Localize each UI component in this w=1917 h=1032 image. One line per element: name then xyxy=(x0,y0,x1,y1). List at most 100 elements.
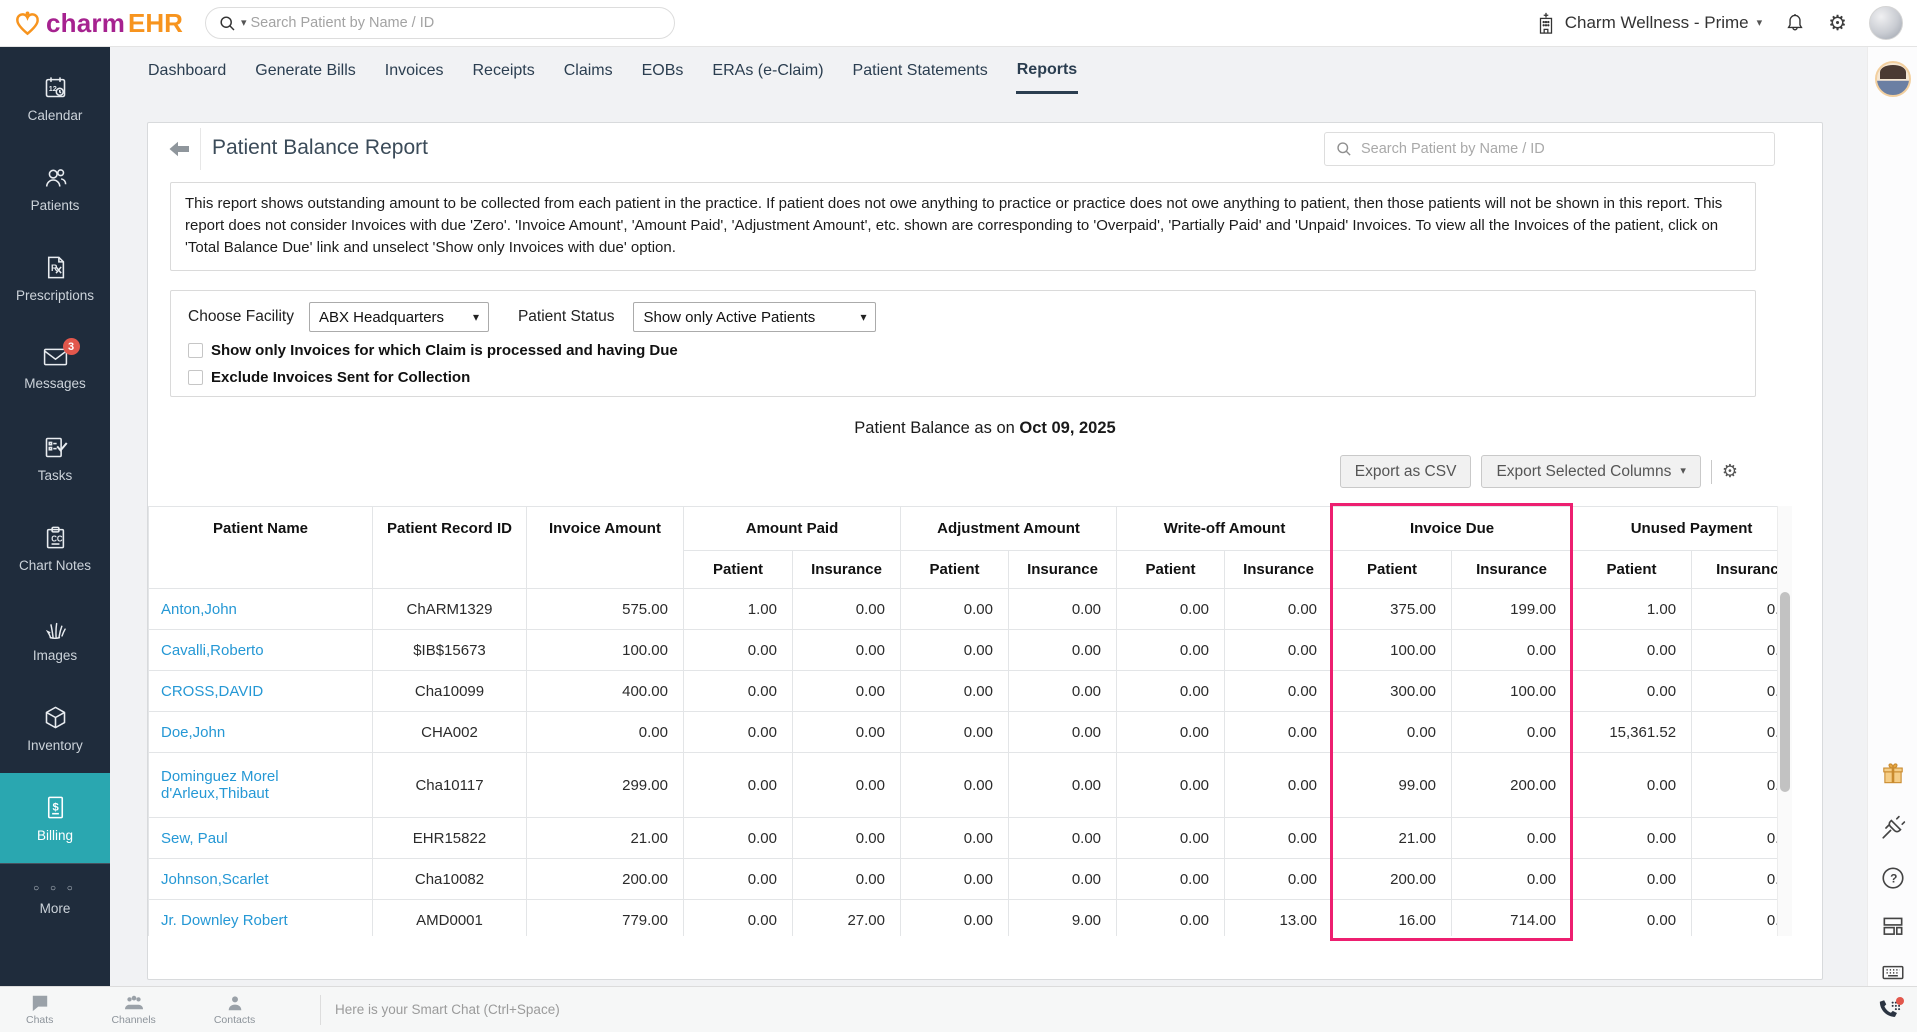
patient-status-label: Patient Status xyxy=(518,308,615,326)
tab-patient-statements[interactable]: Patient Statements xyxy=(852,50,989,92)
dock-contacts[interactable]: Contacts xyxy=(214,994,255,1026)
subcol-due-patient: Patient xyxy=(1333,551,1452,589)
col-patient-name: Patient Name xyxy=(149,507,373,589)
sidebar-item-more[interactable]: ○ ○ ○ More xyxy=(0,863,110,935)
export-csv-button[interactable]: Export as CSV xyxy=(1340,455,1472,488)
patient-link[interactable]: Anton,John xyxy=(161,601,237,618)
search-icon xyxy=(1335,140,1353,158)
search-type-caret-icon[interactable]: ▾ xyxy=(241,18,247,29)
calendar-icon: 12 xyxy=(42,74,69,101)
tab-eras[interactable]: ERAs (e-Claim) xyxy=(711,50,824,92)
patient-link[interactable]: Doe,John xyxy=(161,724,225,741)
main-content: Dashboard Generate Bills Invoices Receip… xyxy=(110,47,1867,986)
tab-invoices[interactable]: Invoices xyxy=(384,50,445,92)
export-controls: Export as CSV Export Selected Columns ▾ … xyxy=(1340,455,1738,488)
table-row: Sew, Paul EHR15822 21.00 0.00 0.00 0.00 … xyxy=(149,818,1778,859)
exclude-collection-checkbox[interactable] xyxy=(188,370,203,385)
subcol-unused-insurance: Insurance xyxy=(1692,551,1777,589)
column-settings-gear-icon[interactable]: ⚙ xyxy=(1722,463,1738,481)
sidebar-item-inventory[interactable]: Inventory xyxy=(0,683,110,773)
tab-eobs[interactable]: EOBs xyxy=(641,50,685,92)
subcol-paid-insurance: Insurance xyxy=(793,551,901,589)
people-group-icon xyxy=(123,994,145,1012)
report-search-input[interactable] xyxy=(1361,141,1764,157)
patient-link[interactable]: Dominguez Morel d'Arleux,Thibaut xyxy=(161,768,279,802)
xray-hand-icon xyxy=(42,614,69,641)
keyboard-shortcuts-icon[interactable] xyxy=(1880,959,1906,985)
claim-processed-checkbox[interactable] xyxy=(188,343,203,358)
sidebar-item-billing[interactable]: $ Billing xyxy=(0,773,110,863)
patient-link[interactable]: Sew, Paul xyxy=(161,830,228,847)
patient-link[interactable]: Cavalli,Roberto xyxy=(161,642,264,659)
phone-dialer-icon[interactable] xyxy=(1877,999,1901,1021)
prescription-rx-icon: R xyxy=(42,254,69,281)
header-divider xyxy=(200,128,201,170)
charmehr-logo[interactable]: charmEHR xyxy=(14,8,183,39)
subcol-wo-patient: Patient xyxy=(1117,551,1225,589)
patient-link[interactable]: CROSS,DAVID xyxy=(161,683,263,700)
patient-link[interactable]: Johnson,Scarlet xyxy=(161,871,269,888)
sidebar-item-chart-notes[interactable]: CC Chart Notes xyxy=(0,503,110,593)
global-search[interactable]: ▾ xyxy=(205,7,675,39)
more-dots-icon: ○ ○ ○ xyxy=(33,883,77,894)
export-separator xyxy=(1711,460,1712,484)
right-rail: ? xyxy=(1867,47,1917,986)
sidebar-item-images[interactable]: Images xyxy=(0,593,110,683)
help-question-icon[interactable]: ? xyxy=(1880,865,1906,891)
table-scrollbar-thumb[interactable] xyxy=(1780,592,1790,792)
back-button[interactable] xyxy=(164,135,194,163)
exclude-collection-label: Exclude Invoices Sent for Collection xyxy=(211,369,470,386)
practice-caret-icon: ▾ xyxy=(1757,18,1763,29)
subcol-unused-patient: Patient xyxy=(1572,551,1692,589)
assistant-avatar[interactable] xyxy=(1875,61,1911,97)
tab-dashboard[interactable]: Dashboard xyxy=(147,50,227,92)
smart-chat-input-area[interactable] xyxy=(335,1001,1877,1019)
phone-notification-dot xyxy=(1896,997,1904,1005)
plug-integrations-icon[interactable] xyxy=(1880,815,1906,841)
smart-chat-input[interactable] xyxy=(335,1002,1800,1017)
subcol-wo-insurance: Insurance xyxy=(1225,551,1333,589)
tab-receipts[interactable]: Receipts xyxy=(471,50,535,92)
select-caret-icon: ▾ xyxy=(473,311,479,323)
balance-date: Oct 09, 2025 xyxy=(1019,419,1115,437)
tab-claims[interactable]: Claims xyxy=(563,50,614,92)
facility-select[interactable]: ABX Headquarters ▾ xyxy=(309,302,489,332)
sidebar-item-calendar[interactable]: 12 Calendar xyxy=(0,53,110,143)
col-invoice-due: Invoice Due xyxy=(1333,507,1572,551)
patient-link[interactable]: Jr. Downley Robert xyxy=(161,912,288,929)
dock-chats[interactable]: Chats xyxy=(26,994,53,1026)
sidebar-item-prescriptions[interactable]: R Prescriptions xyxy=(0,233,110,323)
messages-unread-badge: 3 xyxy=(63,338,80,355)
logo-text-ehr: EHR xyxy=(128,8,183,39)
col-patient-record-id: Patient Record ID xyxy=(373,507,527,589)
practice-selector[interactable]: Charm Wellness - Prime ▾ xyxy=(1535,11,1762,35)
left-sidebar: 12 Calendar Patients R Prescriptions 3 M… xyxy=(0,47,110,986)
table-row: Doe,John CHA002 0.00 0.00 0.00 0.00 0.00… xyxy=(149,712,1778,753)
dock-divider xyxy=(320,995,321,1025)
table-row: Johnson,Scarlet Cha10082 200.00 0.00 0.0… xyxy=(149,859,1778,900)
subcol-due-insurance: Insurance xyxy=(1452,551,1572,589)
patients-icon xyxy=(42,164,69,191)
report-patient-search[interactable] xyxy=(1324,132,1775,166)
sidebar-item-messages[interactable]: 3 Messages xyxy=(0,323,110,413)
user-avatar[interactable] xyxy=(1869,6,1903,40)
patient-status-select[interactable]: Show only Active Patients ▾ xyxy=(633,302,876,332)
top-bar: charmEHR ▾ Charm Wellness - Prime ▾ ⚙ xyxy=(0,0,1917,47)
global-search-input[interactable] xyxy=(250,15,661,31)
gift-rewards-icon[interactable] xyxy=(1880,761,1906,787)
notifications-bell-icon[interactable] xyxy=(1784,11,1806,35)
sidebar-item-tasks[interactable]: Tasks xyxy=(0,413,110,503)
col-writeoff-amount: Write-off Amount xyxy=(1117,507,1333,551)
report-description: This report shows outstanding amount to … xyxy=(170,182,1756,271)
billing-dollar-doc-icon: $ xyxy=(42,794,69,821)
balance-table-zone: Patient Name Patient Record ID Invoice A… xyxy=(148,506,1794,936)
subcol-adj-patient: Patient xyxy=(901,551,1009,589)
export-selected-columns-button[interactable]: Export Selected Columns ▾ xyxy=(1481,455,1700,488)
dock-channels[interactable]: Channels xyxy=(111,994,155,1026)
sidebar-item-patients[interactable]: Patients xyxy=(0,143,110,233)
tab-reports[interactable]: Reports xyxy=(1016,49,1078,94)
layout-panels-icon[interactable] xyxy=(1880,913,1906,939)
col-unused-payment: Unused Payment xyxy=(1572,507,1777,551)
tab-generate-bills[interactable]: Generate Bills xyxy=(254,50,357,92)
settings-gear-icon[interactable]: ⚙ xyxy=(1828,13,1847,34)
